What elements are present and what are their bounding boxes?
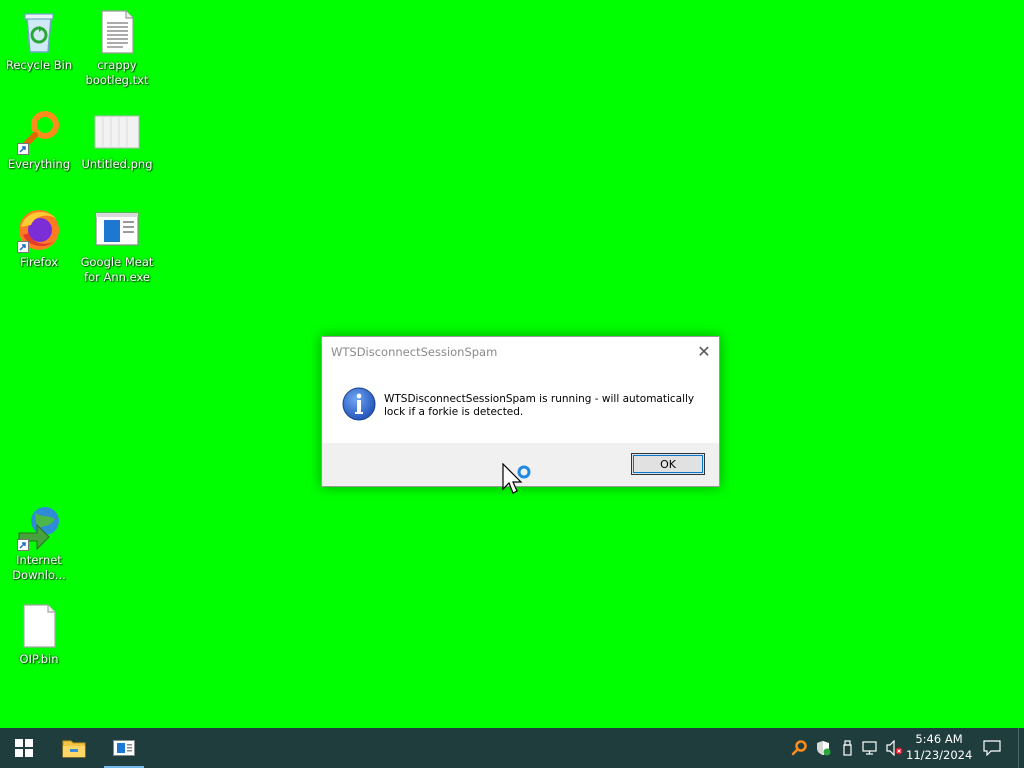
network-icon[interactable]: [861, 738, 881, 758]
taskbar-file-explorer[interactable]: [54, 728, 94, 768]
desktop-icon-internet-download-manager[interactable]: Internet Downlo...: [0, 503, 78, 583]
desktop-icon-bin-file[interactable]: OIP.bin: [0, 602, 78, 667]
desktop-icon-recycle-bin[interactable]: Recycle Bin: [0, 8, 78, 73]
dialog-title: WTSDisconnectSessionSpam: [331, 345, 498, 359]
text-file-icon: [93, 8, 141, 56]
desktop-icon-exe[interactable]: Google Meat for Ann.exe: [78, 205, 156, 285]
image-file-icon: [93, 107, 141, 155]
volume-muted-icon[interactable]: [885, 738, 905, 758]
file-explorer-icon: [62, 740, 86, 758]
everything-tray-icon[interactable]: [789, 738, 809, 758]
dialog-body: WTSDisconnectSessionSpam is running - wi…: [322, 367, 719, 443]
close-icon[interactable]: ✕: [689, 337, 719, 365]
desktop-icon-label: Google Meat for Ann.exe: [80, 255, 154, 284]
internet-download-manager-icon: [15, 503, 63, 551]
desktop-icon-label: Internet Downlo...: [12, 553, 66, 582]
mouse-pointer-busy-icon: [502, 463, 531, 494]
windows-start-icon: [15, 739, 33, 757]
dialog-titlebar[interactable]: WTSDisconnectSessionSpam ✕: [322, 337, 719, 367]
everything-search-icon: [15, 107, 63, 155]
show-desktop-button[interactable]: [1018, 728, 1024, 768]
desktop-icon-label: crappy bootleg.txt: [85, 58, 149, 87]
recycle-bin-icon: [15, 8, 63, 56]
desktop-icon-label: OIP.bin: [19, 652, 59, 666]
defender-shield-icon[interactable]: [813, 738, 833, 758]
clock-time: 5:46 AM: [915, 732, 963, 746]
action-center-button[interactable]: [978, 728, 1006, 768]
shortcut-arrow-icon: [17, 143, 29, 155]
desktop-icon-label: Recycle Bin: [5, 58, 73, 72]
firefox-icon: [15, 205, 63, 253]
clock-date: 11/23/2024: [906, 748, 973, 762]
usb-drive-icon[interactable]: [837, 738, 857, 758]
dialog-message: WTSDisconnectSessionSpam is running - wi…: [384, 393, 695, 418]
desktop-icon-firefox[interactable]: Firefox: [0, 205, 78, 270]
desktop-icon-label: Untitled.png: [81, 157, 153, 171]
desktop-icon-image-file[interactable]: Untitled.png: [78, 107, 156, 172]
desktop-icon-everything[interactable]: Everything: [0, 107, 78, 172]
taskbar-clock[interactable]: 5:46 AM 11/23/2024: [906, 731, 972, 763]
app-window-icon: [113, 740, 135, 756]
action-center-icon: [983, 740, 1001, 756]
desktop: Recycle Bin crappy bootleg.txt Everythin…: [0, 0, 1024, 728]
taskbar: 5:46 AM 11/23/2024: [0, 728, 1024, 768]
shortcut-arrow-icon: [17, 241, 29, 253]
start-button[interactable]: [4, 728, 44, 768]
exe-window-icon: [93, 205, 141, 253]
desktop-icon-label: Everything: [7, 157, 71, 171]
taskbar-app-window[interactable]: [104, 728, 144, 768]
desktop-icon-text-file[interactable]: crappy bootleg.txt: [78, 8, 156, 88]
desktop-icon-label: Firefox: [19, 255, 59, 269]
info-icon: [342, 387, 376, 421]
ok-button[interactable]: OK: [631, 453, 705, 475]
shortcut-arrow-icon: [17, 539, 29, 551]
blank-file-icon: [15, 602, 63, 650]
